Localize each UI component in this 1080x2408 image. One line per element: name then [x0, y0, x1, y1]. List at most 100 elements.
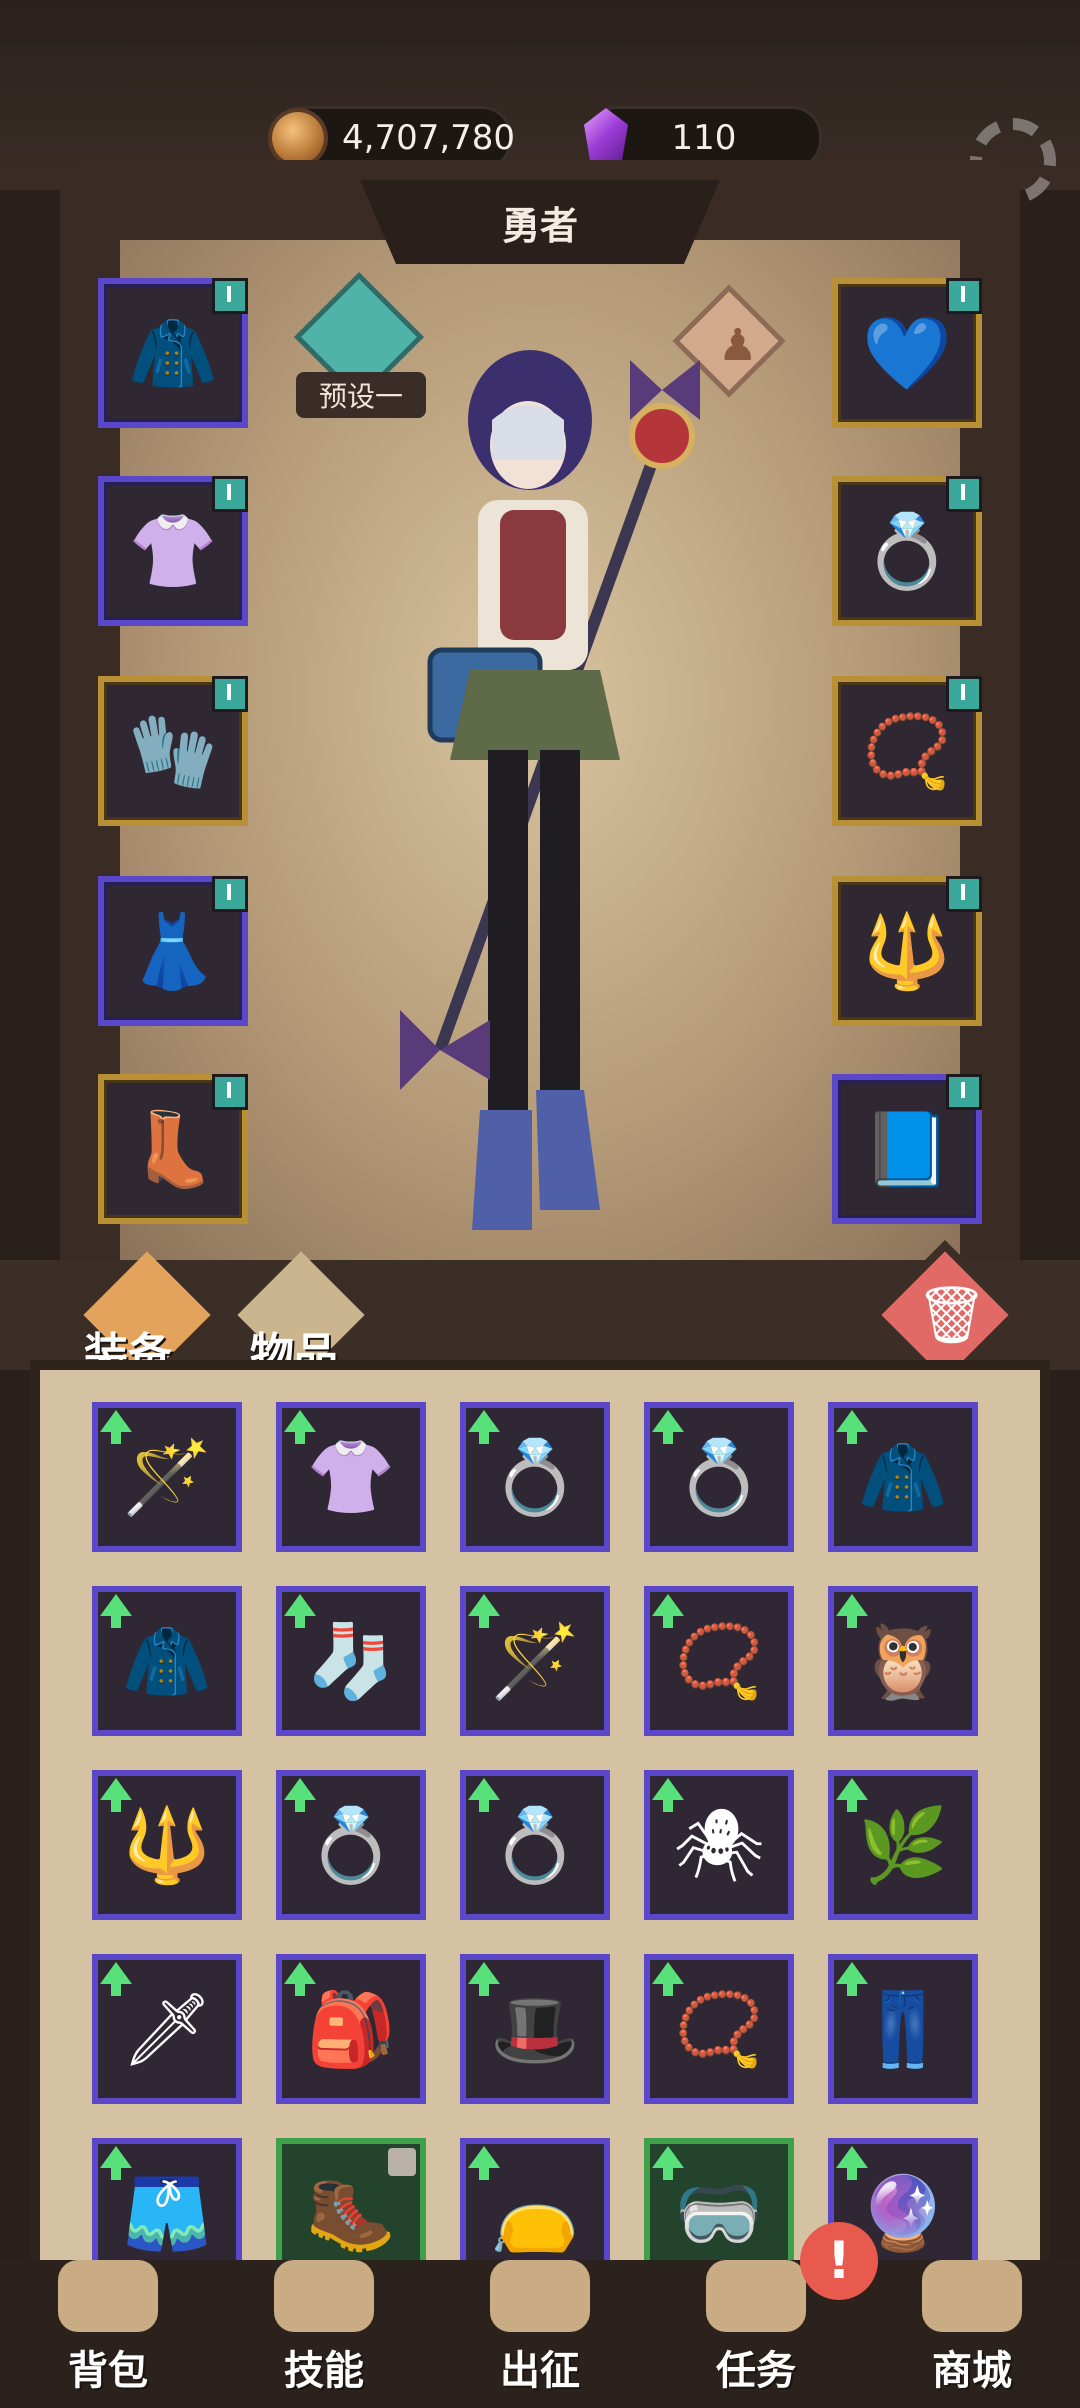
- equipped-badge-icon: [212, 1074, 248, 1110]
- upgrade-arrow-icon: [468, 1594, 500, 1628]
- nav-label: 出征: [500, 2348, 580, 2394]
- inventory-slot[interactable]: 📿: [644, 1586, 794, 1736]
- star-ring-icon: 💍: [490, 1435, 580, 1519]
- inventory-slot[interactable]: 💍: [276, 1770, 426, 1920]
- inventory-slot[interactable]: 👖: [828, 1954, 978, 2104]
- branch-staff-icon: 🌿: [858, 1803, 948, 1887]
- hood-icon: 🧥: [128, 311, 218, 395]
- witch-hat-icon: 🎩: [490, 1987, 580, 2071]
- hero-title-banner: 勇者: [360, 180, 720, 264]
- goggles-icon: 🥽: [674, 2171, 764, 2255]
- equip-slot-weapon[interactable]: 🔱: [832, 876, 982, 1026]
- inventory-slot[interactable]: 🎒: [276, 1954, 426, 2104]
- upgrade-arrow-icon: [100, 1594, 132, 1628]
- upgrade-arrow-icon: [100, 1778, 132, 1812]
- skill-card-icon: [274, 2260, 374, 2332]
- equip-slot-legs[interactable]: 👗: [98, 876, 248, 1026]
- upgrade-arrow-icon: [468, 1778, 500, 1812]
- equipped-badge-icon: [212, 876, 248, 912]
- amulet-icon: 📿: [674, 1987, 764, 2071]
- equip-slot-body[interactable]: 👚: [98, 476, 248, 626]
- gold-coin-icon: [272, 112, 324, 164]
- bottom-nav: 背包 技能 出征 任务 商城: [0, 2260, 1080, 2408]
- inventory-slot[interactable]: 👚: [276, 1402, 426, 1552]
- inventory-slot[interactable]: 💍: [644, 1402, 794, 1552]
- nav-backpack[interactable]: 背包: [18, 2260, 198, 2408]
- upgrade-arrow-icon: [652, 1778, 684, 1812]
- equip-slot-head[interactable]: 🧥: [98, 278, 248, 428]
- equipped-badge-icon: [212, 676, 248, 712]
- inventory-slot[interactable]: 🌿: [828, 1770, 978, 1920]
- equip-slot-feet[interactable]: 👢: [98, 1074, 248, 1224]
- inventory-slot[interactable]: 💍: [460, 1770, 610, 1920]
- equipped-badge-icon: [946, 1074, 982, 1110]
- heart-necklace-icon: 💙: [862, 311, 952, 395]
- star-ring-icon: 💍: [674, 1435, 764, 1519]
- inventory-slot[interactable]: 📿: [644, 1954, 794, 2104]
- trash-icon: 🗑: [916, 1283, 988, 1348]
- inventory-slot[interactable]: 💍: [460, 1402, 610, 1552]
- equipped-badge-icon: [946, 278, 982, 314]
- equip-slot-offhand[interactable]: 📘: [832, 1074, 982, 1224]
- upgrade-arrow-icon: [652, 1410, 684, 1444]
- upgrade-arrow-icon: [836, 1594, 868, 1628]
- upgrade-arrow-icon: [284, 1778, 316, 1812]
- equipped-badge-icon: [946, 876, 982, 912]
- inventory-slot[interactable]: 🧦: [276, 1586, 426, 1736]
- spear-icon: 🗡: [121, 1987, 213, 2071]
- wand-icon: 🪄: [490, 1619, 580, 1703]
- skirt-icon: 👗: [128, 909, 218, 993]
- hood-icon: 🧥: [122, 1619, 212, 1703]
- amulet-icon: 📿: [674, 1619, 764, 1703]
- owl-bracelet-icon: 🦉: [858, 1619, 948, 1703]
- upgrade-arrow-icon: [652, 1962, 684, 1996]
- staff-icon: 🔱: [122, 1803, 212, 1887]
- backpack-icon: [58, 2260, 158, 2332]
- vest-icon: 👚: [128, 509, 218, 593]
- nav-skills[interactable]: 技能: [234, 2260, 414, 2408]
- backpack-icon: 🎒: [306, 1987, 396, 2071]
- preset-label: 预设一: [318, 380, 403, 413]
- inventory-slot[interactable]: 🔱: [92, 1770, 242, 1920]
- equip-slot-bracelet[interactable]: 📿: [832, 676, 982, 826]
- upgrade-arrow-icon: [284, 1410, 316, 1444]
- gold-amount: 4,707,780: [342, 118, 516, 158]
- quest-alert-badge: !: [800, 2222, 878, 2300]
- spider-amulet-icon: 🕷: [673, 1803, 765, 1887]
- quest-horn-icon: [706, 2260, 806, 2332]
- inventory-slot[interactable]: 🦉: [828, 1586, 978, 1736]
- equip-slot-ring[interactable]: 💍: [832, 476, 982, 626]
- staff-icon: 🔱: [862, 909, 952, 993]
- upgrade-arrow-icon: [836, 2146, 868, 2180]
- boots-icon: 👢: [128, 1107, 218, 1191]
- inventory-slot[interactable]: 🕷: [644, 1770, 794, 1920]
- equip-slot-necklace[interactable]: 💙: [832, 278, 982, 428]
- lock-icon: [388, 2148, 416, 2176]
- shop-crown-icon: [922, 2260, 1022, 2332]
- upgrade-arrow-icon: [836, 1410, 868, 1444]
- inventory-slot[interactable]: 🪄: [92, 1402, 242, 1552]
- shorts-icon: 🩳: [122, 2171, 212, 2255]
- inventory-slot[interactable]: 🧥: [828, 1402, 978, 1552]
- coat-icon: 🧥: [858, 1435, 948, 1519]
- inventory-slot[interactable]: 🪄: [460, 1586, 610, 1736]
- vest-icon: 👚: [306, 1435, 396, 1519]
- inventory-slot[interactable]: 🧥: [92, 1586, 242, 1736]
- equip-slot-hands[interactable]: 🧤: [98, 676, 248, 826]
- nav-label: 技能: [284, 2348, 364, 2394]
- armored-boots-icon: 🥾: [306, 2171, 396, 2255]
- upgrade-arrow-icon: [836, 1962, 868, 1996]
- equipped-badge-icon: [946, 476, 982, 512]
- battle-scroll-icon: [490, 2260, 590, 2332]
- ruby-ring-icon: 💍: [490, 1803, 580, 1887]
- upgrade-arrow-icon: [652, 2146, 684, 2180]
- hero-character: [400, 350, 700, 1230]
- inventory-slot[interactable]: 🎩: [460, 1954, 610, 2104]
- upgrade-arrow-icon: [468, 2146, 500, 2180]
- nav-shop[interactable]: 商城: [882, 2260, 1062, 2408]
- nav-expedition[interactable]: 出征: [450, 2260, 630, 2408]
- inventory-slot[interactable]: 🗡: [92, 1954, 242, 2104]
- sleeve-icon: 🧦: [306, 1619, 396, 1703]
- gem-amount: 110: [671, 118, 737, 158]
- hero-class-title: 勇者: [501, 203, 578, 248]
